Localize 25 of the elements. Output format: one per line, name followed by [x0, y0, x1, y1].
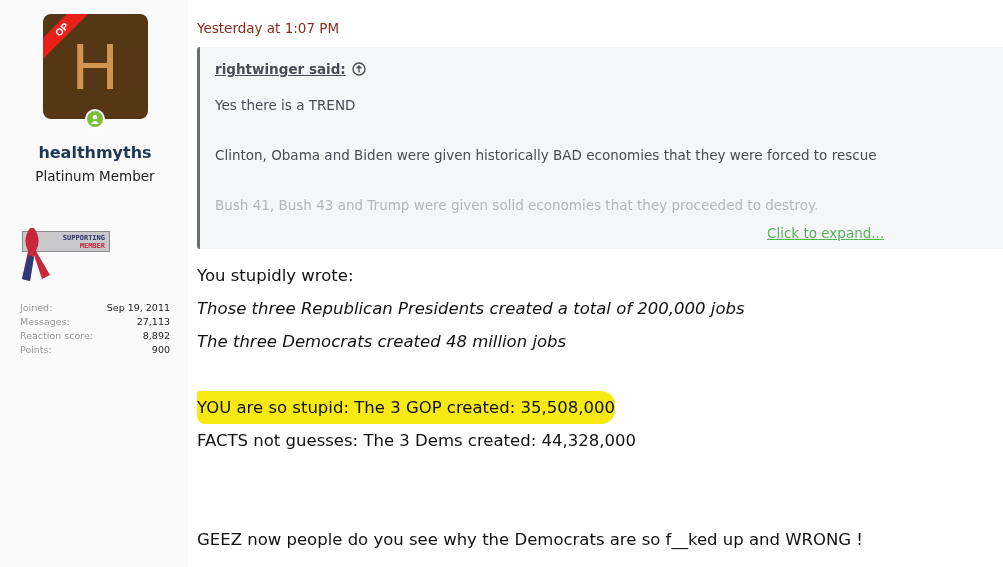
stat-label: Reaction score:: [20, 330, 93, 341]
quote-text: Clinton, Obama and Biden were given historically BAD economies that they were forced to rescue: [215, 147, 878, 163]
stat-label: Points:: [20, 344, 53, 355]
stat-value: 900: [150, 344, 170, 355]
post-text: FACTS not guesses: The 3 Dems created: 44,328,000: [197, 430, 636, 452]
post-text: GEEZ now people do you see why the Democrats are so f__ked up and WRONG !: [197, 529, 863, 552]
user-avatar[interactable]: H OP: [42, 14, 148, 119]
ribbon-icon: [20, 228, 50, 284]
avatar-letter: H: [71, 29, 119, 104]
quote-text: Yes there is a TREND: [215, 97, 357, 113]
highlighted-text: YOU are so stupid: The 3 GOP created: 35,508,000: [197, 391, 615, 424]
post-text: The three Democrats created 48 million jobs: [197, 331, 567, 353]
stat-label: Joined:: [20, 302, 54, 313]
stat-label: Messages:: [20, 316, 71, 327]
stat-value: Sep 19, 2011: [105, 302, 170, 313]
quote-author-link[interactable]: rightwinger said:: [215, 61, 366, 77]
username[interactable]: healthmyths: [38, 143, 152, 162]
post-text: You stupidly wrote:: [197, 265, 354, 287]
arrow-up-circle-icon: [351, 62, 366, 76]
stat-value: 27,113: [135, 316, 170, 327]
post-timestamp[interactable]: Yesterday at 1:07 PM: [197, 20, 340, 36]
post-text: Those three Republican Presidents created a total of 200,000 jobs: [197, 298, 745, 320]
user-title: Platinum Member: [35, 168, 155, 184]
quote-text: Bush 41, Bush 43 and Trump were given solid economies that they proceeded to destroy.: [215, 197, 820, 213]
stat-value: 8,892: [141, 330, 170, 341]
